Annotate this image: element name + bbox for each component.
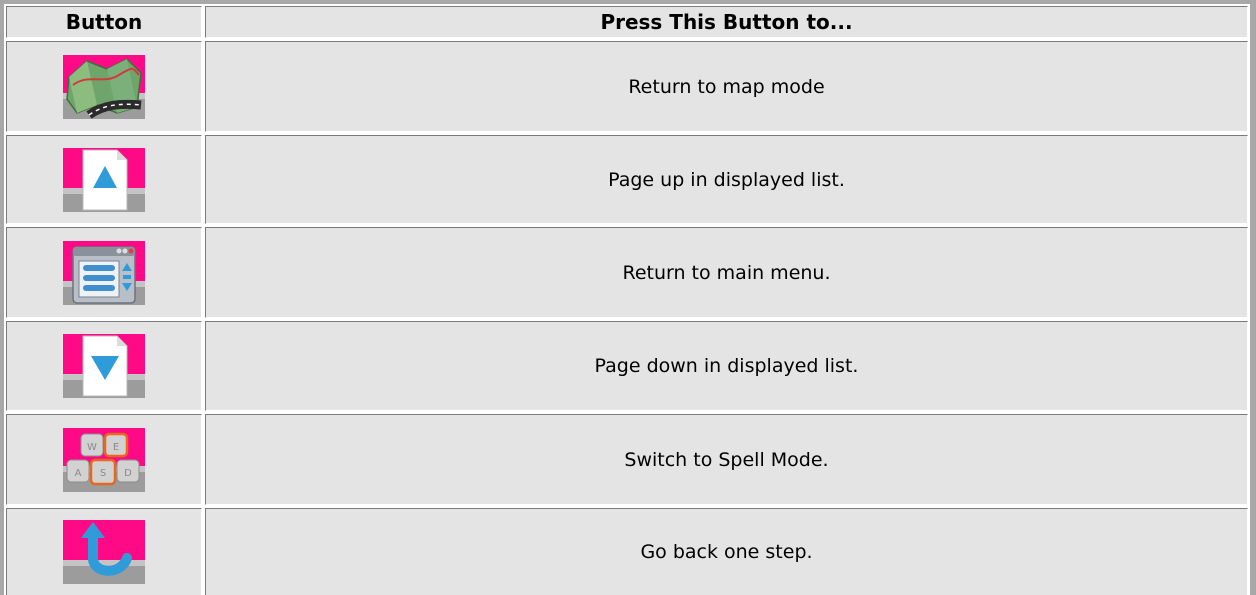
table-row-1-icon-cell <box>6 41 202 132</box>
main-menu-icon[interactable] <box>63 240 145 305</box>
page-down-icon[interactable] <box>63 334 145 398</box>
row-3-action-text: Return to main menu. <box>622 261 831 284</box>
keyboard-icon[interactable]: W E A S D <box>63 427 145 492</box>
table-row-1-action: Return to map mode <box>205 41 1248 132</box>
table-row-3-action: Return to main menu. <box>205 227 1248 318</box>
key-d-label: D <box>124 468 132 479</box>
header-action: Press This Button to... <box>205 6 1248 38</box>
table-row-6-icon-cell <box>6 508 202 595</box>
table-row-5-icon-cell: W E A S D <box>6 414 202 505</box>
key-a-label: A <box>75 468 82 479</box>
map-icon[interactable] <box>63 54 145 119</box>
table-row-2-action: Page up in displayed list. <box>205 135 1248 224</box>
table-border-right <box>1250 0 1256 595</box>
table-border-top <box>0 0 1256 4</box>
table-row-6-action: Go back one step. <box>205 508 1248 595</box>
table-row-4-action: Page down in displayed list. <box>205 321 1248 411</box>
row-4-action-text: Page down in displayed list. <box>594 355 859 377</box>
page-up-icon[interactable] <box>63 147 145 212</box>
row-1-action-text: Return to map mode <box>628 75 825 98</box>
back-arrow-icon[interactable] <box>63 520 145 584</box>
table-row-5-action: Switch to Spell Mode. <box>205 414 1248 505</box>
table-row-3-icon-cell <box>6 227 202 318</box>
button-reference-table: Button Press This Button to... Return to… <box>0 0 1256 595</box>
header-action-label: Press This Button to... <box>600 10 853 34</box>
row-6-action-text: Go back one step. <box>640 541 813 563</box>
row-2-action-text: Page up in displayed list. <box>608 168 845 191</box>
key-s-label: S <box>100 468 106 479</box>
table-border-left <box>0 0 4 595</box>
header-button: Button <box>6 6 202 38</box>
key-w-label: W <box>87 442 97 453</box>
table-row-4-icon-cell <box>6 321 202 411</box>
key-e-label: E <box>113 442 119 453</box>
table-row-2-icon-cell <box>6 135 202 224</box>
header-button-label: Button <box>65 10 143 34</box>
row-5-action-text: Switch to Spell Mode. <box>624 448 829 471</box>
